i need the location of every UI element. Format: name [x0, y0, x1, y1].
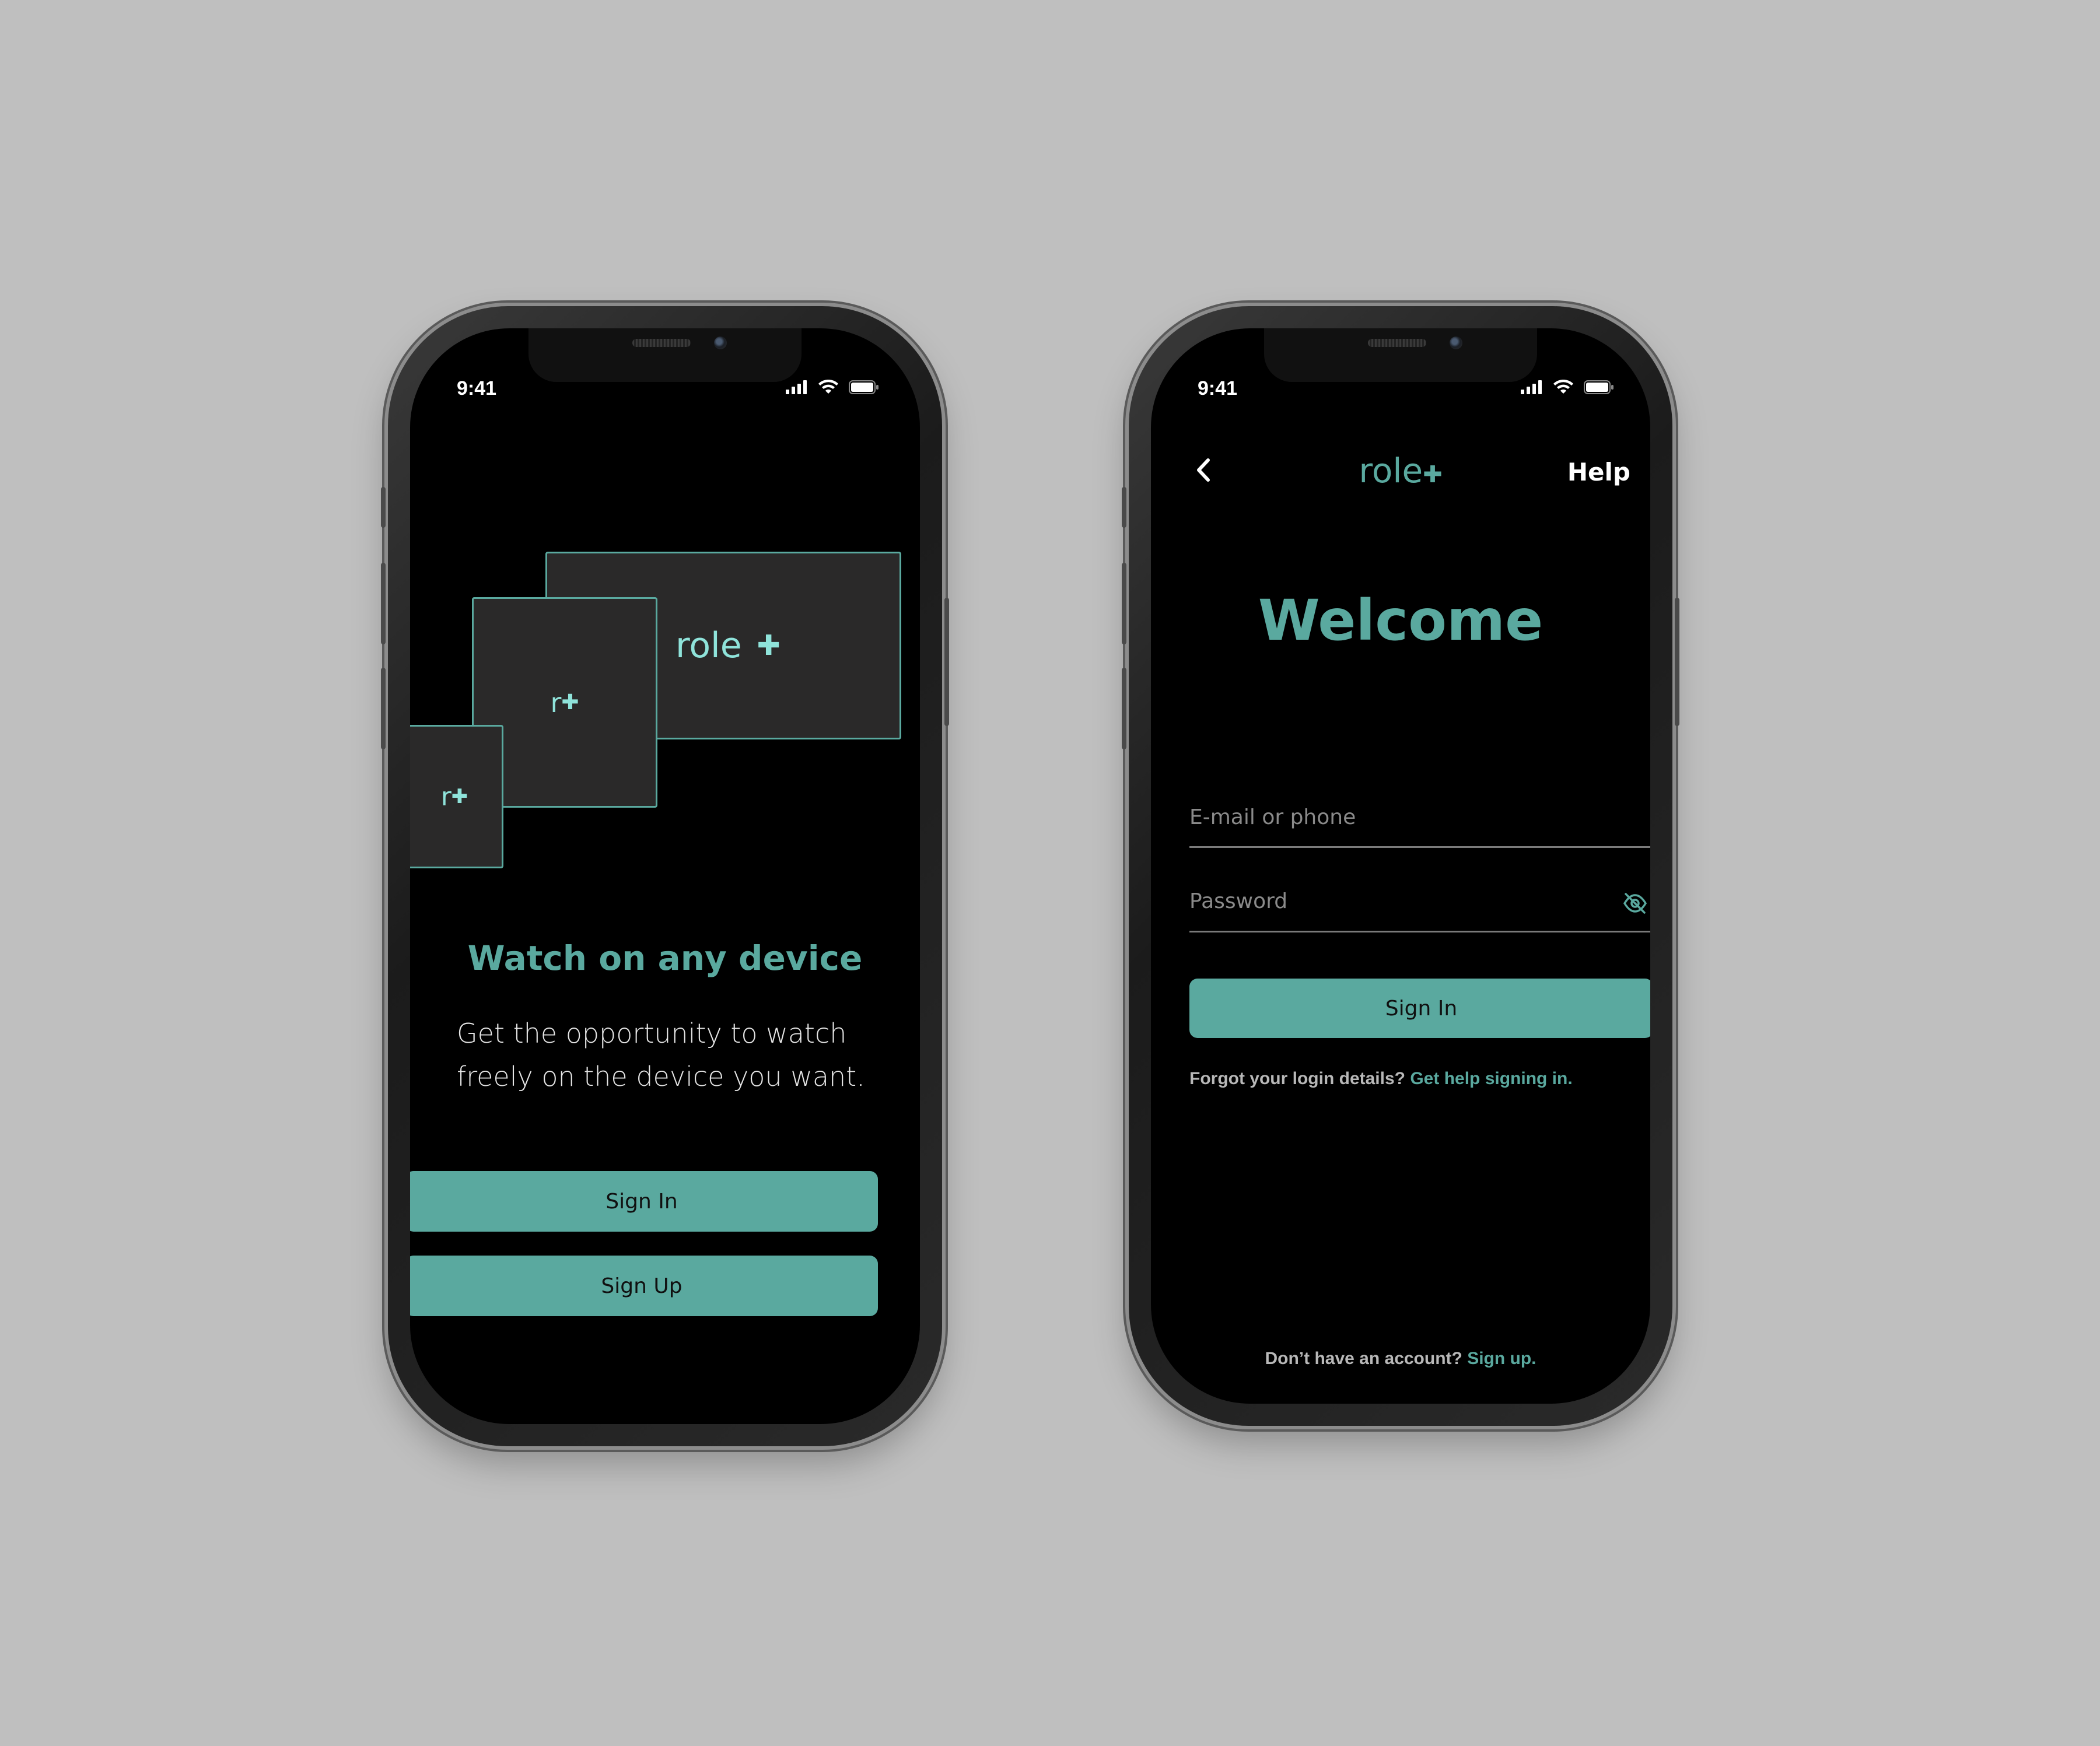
wifi-icon: [818, 380, 838, 394]
forgot-login-text: Forgot your login details? Get help sign…: [1189, 1069, 1573, 1089]
phone-logo-text: r: [440, 781, 452, 812]
tablet-logo-text: r: [550, 686, 562, 718]
signup-prompt: Don’t have an account?: [1265, 1349, 1462, 1368]
phone-device-illustration: r ✚: [410, 725, 503, 868]
forgot-prompt: Forgot your login details?: [1189, 1069, 1405, 1088]
status-time: 9:41: [457, 377, 497, 399]
plus-icon: ✚: [451, 785, 468, 808]
power-button: [1675, 598, 1679, 726]
signup-prompt-text: Don’t have an account? Sign up.: [1151, 1349, 1650, 1369]
onboarding-title: Watch on any device: [467, 938, 863, 978]
password-underline: [1189, 931, 1650, 932]
speaker: [632, 339, 691, 347]
battery-icon: [1584, 380, 1614, 394]
get-help-link[interactable]: Get help signing in.: [1410, 1069, 1572, 1088]
status-icons: [786, 380, 879, 395]
notch: [528, 328, 802, 382]
plus-icon: ✚: [757, 629, 780, 662]
sign-in-button[interactable]: Sign In: [410, 1171, 878, 1232]
email-underline: [1189, 846, 1650, 848]
eye-off-icon[interactable]: [1621, 889, 1649, 917]
sign-in-button[interactable]: Sign In: [1189, 979, 1650, 1038]
welcome-title: Welcome: [1258, 588, 1544, 653]
plus-icon: ✚: [561, 690, 579, 714]
onboarding-description: Get the opportunity to watch freely on t…: [457, 1018, 865, 1092]
volume-down-button: [381, 668, 386, 749]
mute-switch: [1122, 487, 1126, 528]
volume-down-button: [1122, 668, 1126, 749]
phone-login: 9:41 role✚ Help Welcome E-mail or phone …: [1122, 306, 1679, 1426]
volume-up-button: [381, 563, 386, 644]
power-button: [944, 598, 949, 726]
speaker: [1368, 339, 1426, 347]
signal-icon: [786, 380, 807, 394]
password-field[interactable]: Password: [1189, 889, 1598, 924]
large-device-logo-text: role: [676, 625, 742, 666]
login-screen: 9:41 role✚ Help Welcome E-mail or phone …: [1151, 328, 1650, 1404]
email-field[interactable]: E-mail or phone: [1189, 805, 1650, 840]
wifi-icon: [1553, 380, 1573, 394]
mute-switch: [381, 487, 386, 528]
battery-icon: [849, 380, 878, 394]
signal-icon: [1521, 380, 1542, 394]
notch: [1264, 328, 1537, 382]
status-icons: [1521, 380, 1614, 395]
help-link[interactable]: Help: [1567, 458, 1630, 486]
phone-onboarding: 9:41 role ✚ r ✚ r ✚ Watch on any device …: [381, 306, 949, 1446]
volume-up-button: [1122, 563, 1126, 644]
sign-up-button[interactable]: Sign Up: [410, 1256, 878, 1316]
onboarding-screen: 9:41 role ✚ r ✚ r ✚ Watch on any device …: [410, 328, 920, 1424]
camera: [1450, 336, 1462, 349]
plus-icon: ✚: [1423, 461, 1443, 488]
camera: [714, 336, 727, 349]
status-time: 9:41: [1198, 377, 1238, 399]
header-logo-text: role: [1359, 451, 1423, 490]
sign-up-link[interactable]: Sign up.: [1467, 1349, 1536, 1368]
